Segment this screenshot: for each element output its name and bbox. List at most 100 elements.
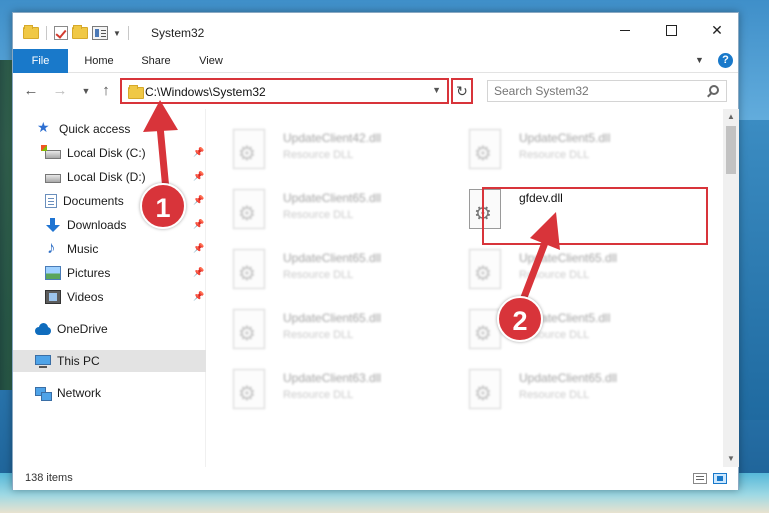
sidebar-item-network[interactable]: Network [35, 382, 101, 404]
help-icon[interactable]: ? [718, 53, 733, 68]
window-title: System32 [151, 26, 205, 40]
sidebar-item-videos[interactable]: Videos [45, 286, 103, 308]
customize-toolbar-chevron-icon[interactable]: ▼ [113, 29, 121, 38]
sidebar-item-label: Network [57, 386, 102, 400]
quick-access-toolbar: ▼ [23, 25, 132, 41]
toolbar-separator [127, 26, 129, 40]
sidebar-item-label: Pictures [67, 266, 111, 280]
documents-icon [45, 194, 57, 208]
pin-icon[interactable]: 📌 [193, 195, 204, 207]
file-item[interactable]: UpdateClient65.dll Resource DLL [211, 185, 431, 233]
sidebar-item-label: Local Disk (D:) [67, 170, 146, 184]
file-item[interactable]: UpdateClient42.dll Resource DLL [211, 125, 431, 173]
pin-icon[interactable]: 📌 [193, 267, 204, 279]
dll-file-icon [469, 309, 501, 349]
forward-button[interactable]: → [51, 82, 69, 100]
sidebar-item-downloads[interactable]: Downloads [45, 214, 126, 236]
details-view-icon[interactable] [693, 473, 707, 484]
scroll-thumb[interactable] [726, 126, 736, 174]
videos-icon [45, 290, 61, 304]
toolbar-separator [46, 26, 47, 40]
tab-file[interactable]: File [13, 49, 68, 73]
local-disk-icon [41, 145, 61, 159]
local-disk-icon [45, 174, 61, 183]
up-button[interactable]: ↑ [97, 82, 115, 100]
downloads-icon [45, 218, 61, 232]
computer-icon [35, 355, 51, 368]
file-highlight-box [482, 187, 708, 245]
sidebar-item-local-disk-d[interactable]: Local Disk (D:) [45, 166, 146, 188]
close-button[interactable]: ✕ [707, 20, 727, 40]
file-type: Resource DLL [283, 149, 354, 161]
status-bar: 138 items [13, 468, 738, 490]
dll-file-icon [469, 249, 501, 289]
maximize-button[interactable] [661, 20, 681, 40]
search-icon[interactable] [709, 85, 719, 95]
folder-icon[interactable] [23, 25, 39, 39]
pin-icon[interactable]: 📌 [193, 291, 204, 303]
file-type: Resource DLL [283, 209, 354, 221]
sidebar-item-label: Documents [63, 194, 124, 208]
address-dropdown-chevron-icon[interactable]: ▼ [432, 85, 441, 95]
file-item[interactable]: UpdateClient65.dll Resource DLL [447, 365, 667, 413]
refresh-button[interactable]: ↻ [451, 78, 473, 104]
search-input[interactable] [494, 83, 699, 99]
address-input[interactable] [145, 83, 425, 101]
file-name: UpdateClient65.dll [283, 191, 382, 205]
file-item[interactable]: UpdateClient65.dll Resource DLL [211, 305, 431, 353]
sidebar-item-pictures[interactable]: Pictures [45, 262, 110, 284]
file-type: Resource DLL [283, 329, 354, 341]
dll-file-icon [233, 249, 265, 289]
scroll-down-arrow-icon[interactable]: ▼ [723, 451, 739, 467]
file-name: UpdateClient42.dll [283, 131, 382, 145]
properties-icon[interactable] [92, 26, 108, 40]
network-icon [35, 386, 52, 401]
sidebar-item-this-pc[interactable]: This PC [13, 350, 206, 372]
file-item[interactable]: UpdateClient65.dll Resource DLL [211, 245, 431, 293]
tab-home[interactable]: Home [79, 49, 119, 73]
file-type: Resource DLL [519, 149, 590, 161]
sidebar-item-quick-access[interactable]: Quick access [37, 118, 130, 140]
recent-locations-chevron-icon[interactable]: ▼ [77, 82, 95, 100]
navigation-pane: Quick access Local Disk (C:) 📌 Local Dis… [13, 109, 206, 467]
expand-ribbon-chevron-icon[interactable]: ▼ [695, 55, 704, 65]
sidebar-item-label: Local Disk (C:) [67, 146, 146, 160]
title-bar: ▼ System32 ✕ [13, 13, 738, 49]
minimize-button[interactable] [615, 20, 635, 40]
dll-file-icon [469, 369, 501, 409]
item-count: 138 items [25, 472, 73, 484]
music-icon [45, 238, 61, 258]
tab-share[interactable]: Share [136, 49, 176, 73]
sidebar-item-documents[interactable]: Documents [45, 190, 124, 212]
desktop-palm [0, 60, 12, 390]
dll-file-icon [233, 309, 265, 349]
new-folder-icon[interactable] [72, 25, 88, 39]
sidebar-item-local-disk-c[interactable]: Local Disk (C:) [41, 142, 146, 164]
back-button[interactable]: ← [22, 82, 40, 100]
sidebar-item-onedrive[interactable]: OneDrive [35, 318, 108, 340]
address-bar[interactable]: ▼ [120, 78, 449, 104]
pin-icon[interactable]: 📌 [193, 147, 204, 159]
sidebar-item-label: Quick access [59, 122, 131, 136]
file-item[interactable]: UpdateClient63.dll Resource DLL [211, 365, 431, 413]
file-item[interactable]: UpdateClient5.dll Resource DLL [447, 305, 667, 353]
pin-icon[interactable]: 📌 [193, 171, 204, 183]
file-item[interactable]: UpdateClient5.dll Resource DLL [447, 125, 667, 173]
scroll-up-arrow-icon[interactable]: ▲ [723, 109, 739, 125]
file-item[interactable]: UpdateClient65.dll Resource DLL [447, 245, 667, 293]
file-type: Resource DLL [283, 389, 354, 401]
file-name: UpdateClient65.dll [519, 251, 618, 265]
vertical-scrollbar[interactable]: ▲ ▼ [723, 109, 739, 467]
pin-icon[interactable]: 📌 [193, 243, 204, 255]
sidebar-item-music[interactable]: Music [45, 238, 98, 260]
onedrive-cloud-icon [35, 322, 51, 336]
ribbon-tabs: File Home Share View ▼ ? [13, 49, 738, 73]
address-folder-icon [128, 85, 144, 99]
dll-file-icon [233, 129, 265, 169]
file-name: UpdateClient65.dll [519, 371, 618, 385]
properties-check-icon[interactable] [54, 26, 68, 40]
large-icons-view-icon[interactable] [713, 473, 727, 484]
search-box[interactable] [487, 80, 727, 102]
tab-view[interactable]: View [193, 49, 229, 73]
pin-icon[interactable]: 📌 [193, 219, 204, 231]
